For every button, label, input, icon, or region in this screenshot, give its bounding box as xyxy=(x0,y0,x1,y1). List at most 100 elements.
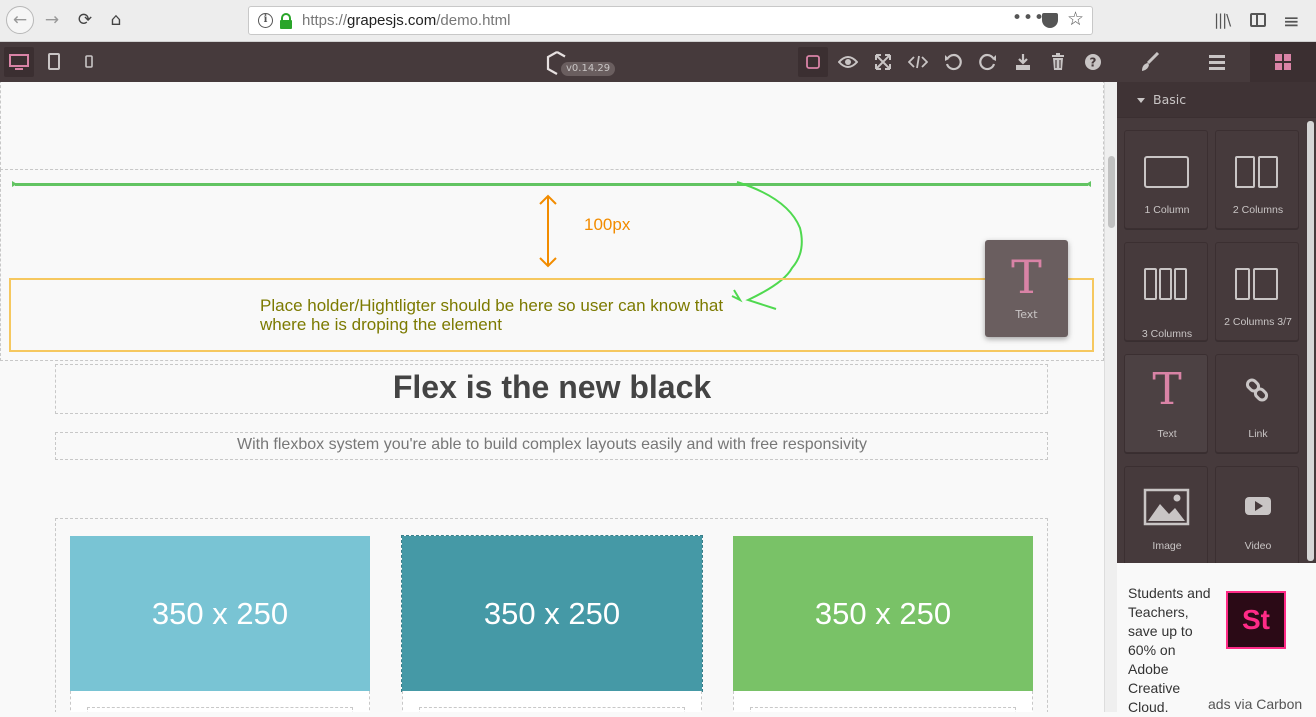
tab-blocks[interactable] xyxy=(1250,42,1316,82)
block-2-columns-3-7[interactable]: 2 Columns 3/7 xyxy=(1215,242,1299,341)
tablet-icon xyxy=(48,53,60,70)
block-3-columns[interactable]: 3 Columns xyxy=(1124,242,1208,341)
canvas-scroll-thumb[interactable] xyxy=(1108,156,1115,228)
help-button[interactable]: ? xyxy=(1078,47,1108,77)
text-block-icon: T xyxy=(1011,250,1042,304)
block-label: Link xyxy=(1248,428,1268,440)
block-label: 3 Columns xyxy=(1141,328,1193,340)
block-list: 1 Column 2 Columns 3 Columns 2 Columns 3… xyxy=(1117,119,1305,563)
ad-credit-link[interactable]: ads via Carbon xyxy=(1208,696,1302,712)
bookmark-star-icon[interactable]: ☆ xyxy=(1067,8,1084,30)
block-label: Image xyxy=(1152,540,1182,552)
two-columns-icon xyxy=(1235,156,1278,188)
browser-toolbar: ← → ⟳ ⌂ i https://grapesjs.com/demo.html… xyxy=(0,0,1316,42)
redo-icon xyxy=(979,53,996,71)
two-columns-3-7-icon xyxy=(1235,268,1278,300)
annotation-measure-label: 100px xyxy=(584,215,631,234)
eye-icon xyxy=(837,56,859,68)
image-icon xyxy=(1143,488,1190,526)
address-bar[interactable]: i https://grapesjs.com/demo.html ••• ☆ xyxy=(248,6,1093,35)
block-video[interactable]: Video xyxy=(1215,466,1299,563)
card-image[interactable]: 350 x 250 xyxy=(733,536,1033,691)
blocks-scrollbar[interactable] xyxy=(1305,119,1316,563)
square-outline-icon xyxy=(806,55,820,69)
text-block-icon: T xyxy=(1152,364,1182,415)
fullscreen-button[interactable] xyxy=(868,47,898,77)
reload-button[interactable]: ⟳ xyxy=(71,6,99,34)
block-text[interactable]: T Text xyxy=(1124,354,1208,453)
undo-button[interactable] xyxy=(938,47,968,77)
block-category-header[interactable]: Basic xyxy=(1117,82,1316,118)
back-button[interactable]: ← xyxy=(6,6,34,34)
block-link[interactable]: Link xyxy=(1215,354,1299,453)
editor-top-panel: v0.14.29 ? xyxy=(0,42,1316,82)
canvas-scrollbar[interactable] xyxy=(1104,82,1117,712)
block-label: Video xyxy=(1244,540,1272,552)
card-body[interactable] xyxy=(70,691,370,712)
dragged-text-block[interactable]: T Text xyxy=(985,240,1068,337)
video-icon xyxy=(1245,497,1271,515)
page-actions-icon[interactable]: ••• xyxy=(1012,8,1045,28)
carbon-ad[interactable]: Students and Teachers, save up to 60% on… xyxy=(1117,563,1316,715)
paint-brush-icon xyxy=(1142,51,1160,71)
card-image[interactable]: 350 x 250 xyxy=(401,535,703,692)
block-label: 2 Columns xyxy=(1232,204,1284,216)
forward-button[interactable]: → xyxy=(38,6,66,34)
question-icon: ? xyxy=(1085,54,1101,70)
block-label: Text xyxy=(1157,428,1177,440)
pocket-icon[interactable] xyxy=(1042,13,1058,28)
page-title[interactable]: Flex is the new black xyxy=(0,369,1104,406)
tab-layer-manager[interactable] xyxy=(1184,42,1250,82)
sidebar-toggle-icon[interactable] xyxy=(1250,13,1266,27)
home-button[interactable]: ⌂ xyxy=(102,6,130,34)
link-icon xyxy=(1245,378,1269,402)
drop-placeholder-line xyxy=(12,181,1091,187)
code-view-button[interactable] xyxy=(903,47,933,77)
preview-button[interactable] xyxy=(833,47,863,77)
caret-down-icon xyxy=(1137,98,1145,103)
device-desktop-button[interactable] xyxy=(4,47,34,77)
hamburger-menu-icon[interactable]: ≡ xyxy=(1283,9,1300,33)
block-category-label: Basic xyxy=(1153,92,1187,107)
sw-visibility-button[interactable] xyxy=(798,47,828,77)
grid-blocks-icon xyxy=(1275,54,1291,70)
one-column-icon xyxy=(1144,156,1189,188)
page-subtitle[interactable]: With flexbox system you're able to build… xyxy=(0,436,1104,454)
card-body[interactable] xyxy=(733,691,1033,712)
svg-text:?: ? xyxy=(1090,56,1097,70)
block-image[interactable]: Image xyxy=(1124,466,1208,563)
export-button[interactable] xyxy=(1008,47,1038,77)
card-body[interactable] xyxy=(402,691,702,712)
block-1-column[interactable]: 1 Column xyxy=(1124,130,1208,229)
download-icon xyxy=(1016,54,1030,70)
tab-style-manager[interactable] xyxy=(1117,42,1183,82)
adobe-stock-logo[interactable]: St xyxy=(1226,591,1286,649)
fullscreen-icon xyxy=(875,54,891,70)
three-columns-icon xyxy=(1144,268,1187,300)
redo-button[interactable] xyxy=(973,47,1003,77)
desktop-icon xyxy=(9,54,29,70)
block-label: 1 Column xyxy=(1144,204,1190,216)
trash-icon xyxy=(1052,53,1064,70)
measure-arrow-icon xyxy=(539,194,557,268)
lock-icon xyxy=(280,13,292,29)
info-icon[interactable]: i xyxy=(258,13,273,28)
device-mobile-button[interactable] xyxy=(74,47,104,77)
blocks-scroll-thumb[interactable] xyxy=(1307,121,1314,561)
dragged-block-label: Text xyxy=(1015,308,1038,321)
code-icon xyxy=(907,55,929,69)
undo-icon xyxy=(945,53,962,71)
empty-section[interactable] xyxy=(0,82,1104,170)
clear-canvas-button[interactable] xyxy=(1043,47,1073,77)
block-2-columns[interactable]: 2 Columns xyxy=(1215,130,1299,229)
mobile-icon xyxy=(85,55,93,68)
card-image[interactable]: 350 x 250 xyxy=(70,536,370,691)
annotation-note: Place holder/Hightligter should be here … xyxy=(260,296,724,334)
library-icon[interactable]: |||\ xyxy=(1214,11,1231,29)
ad-text[interactable]: Students and Teachers, save up to 60% on… xyxy=(1128,584,1218,717)
layers-icon xyxy=(1209,55,1225,70)
device-tablet-button[interactable] xyxy=(39,47,69,77)
url-text: https://grapesjs.com/demo.html xyxy=(302,12,511,29)
editor-canvas[interactable]: 100px Place holder/Hightligter should be… xyxy=(0,82,1104,712)
block-label: 2 Columns 3/7 xyxy=(1224,316,1292,328)
